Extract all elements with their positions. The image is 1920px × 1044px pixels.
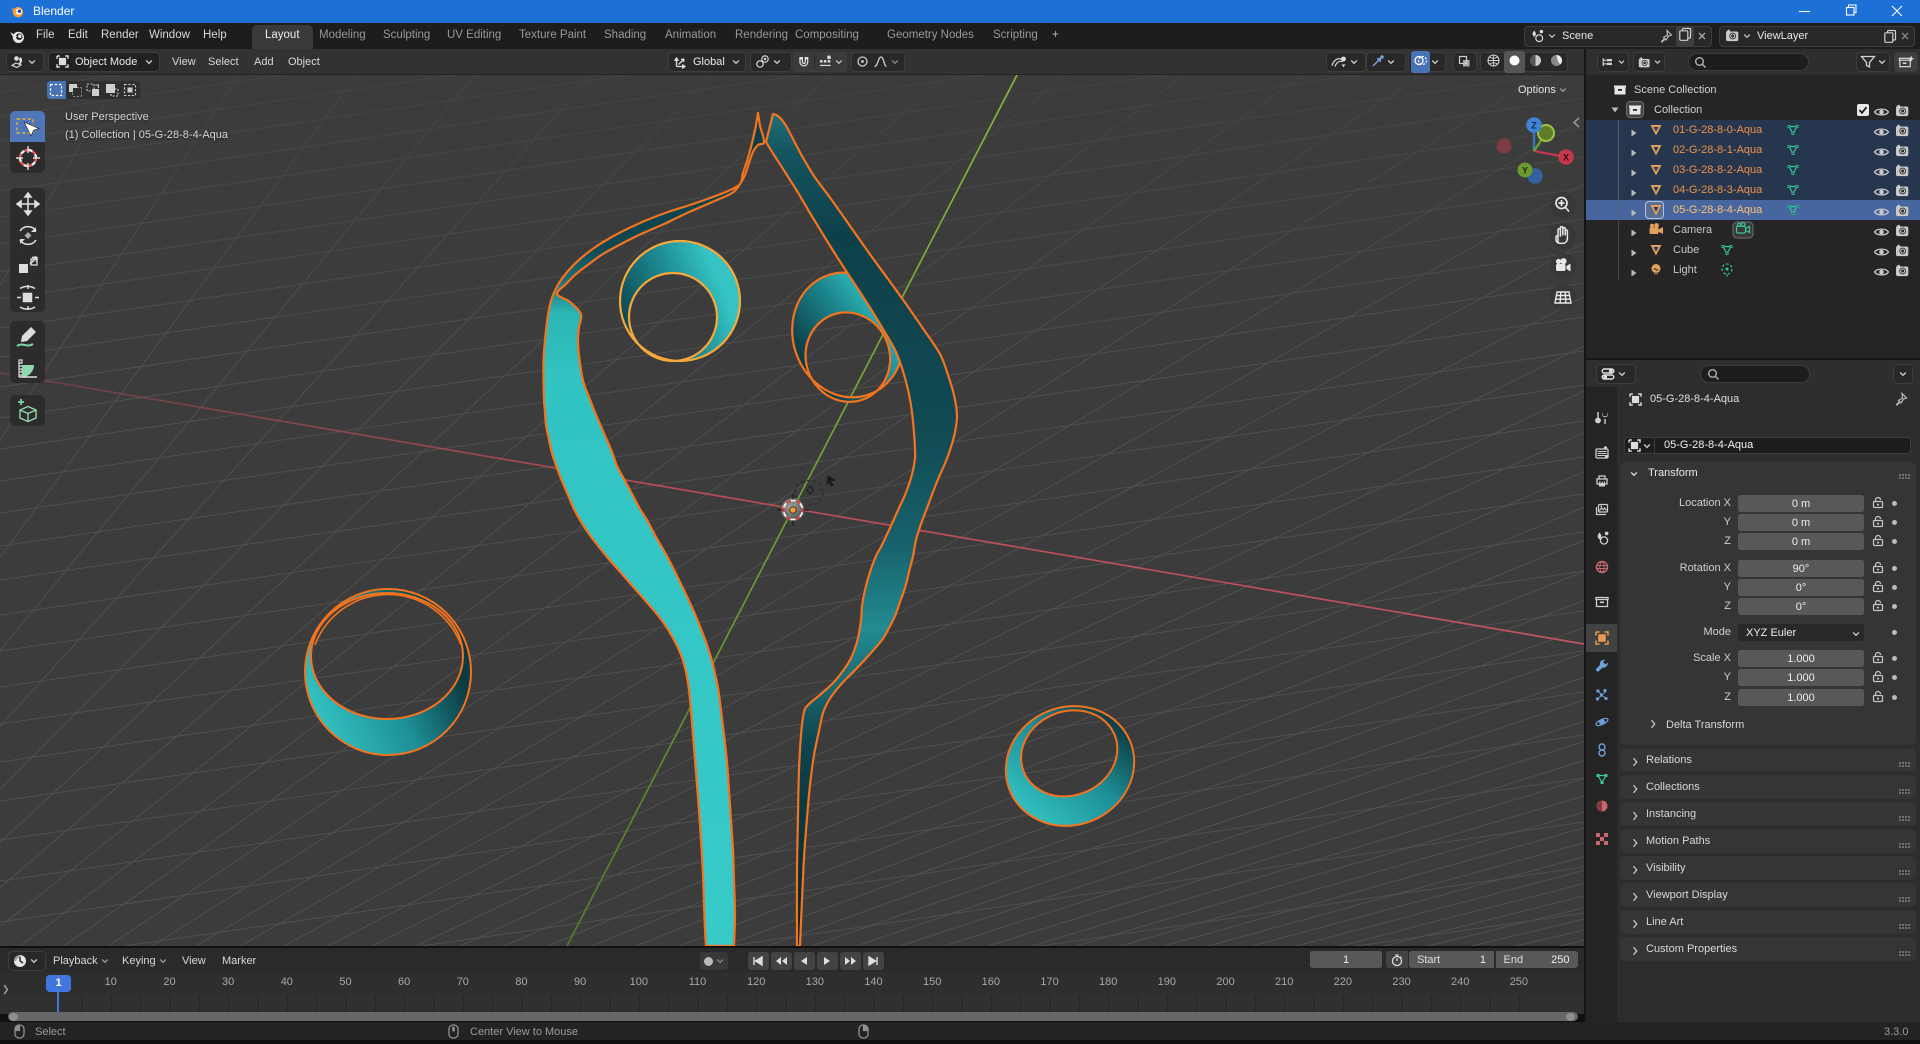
svg-text:Z: Z bbox=[1531, 121, 1537, 131]
svg-text:X: X bbox=[1563, 153, 1569, 163]
svg-text:Y: Y bbox=[1522, 166, 1528, 176]
